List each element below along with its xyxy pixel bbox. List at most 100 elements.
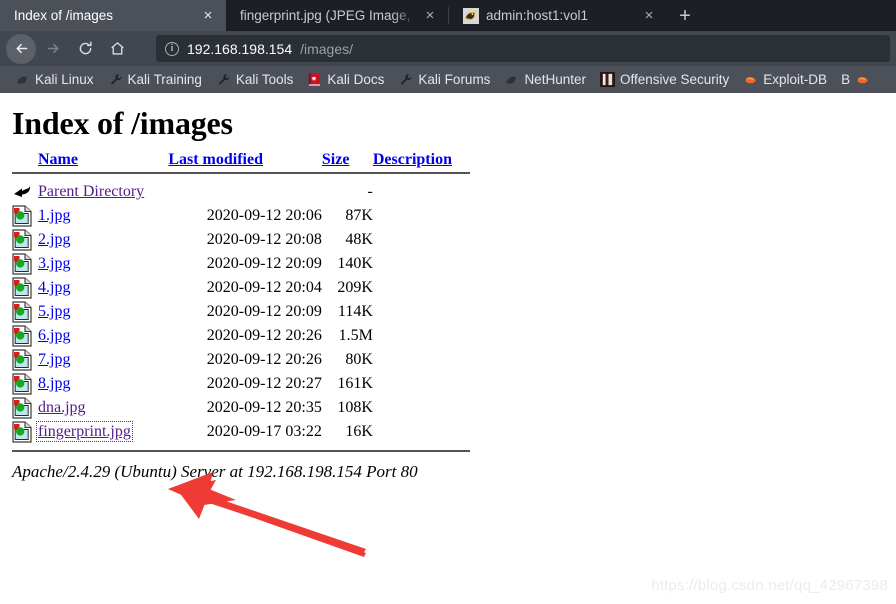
table-row[interactable]: 2.jpg 2020-09-12 20:08 48K bbox=[12, 228, 470, 252]
image-file-icon bbox=[12, 421, 34, 443]
row-modified-cell: 2020-09-12 20:08 bbox=[206, 230, 322, 248]
row-desc-cell bbox=[373, 396, 470, 420]
row-name-cell[interactable]: 6.jpg bbox=[38, 324, 168, 348]
file-link-fingerprint[interactable]: fingerprint.jpg bbox=[36, 420, 133, 442]
row-modified-cell: 2020-09-17 03:22 bbox=[206, 422, 322, 440]
wrench-icon bbox=[108, 72, 123, 87]
home-button[interactable] bbox=[102, 34, 132, 64]
table-row[interactable]: 6.jpg 2020-09-12 20:26 1.5M bbox=[12, 324, 470, 348]
new-tab-button[interactable]: + bbox=[667, 0, 703, 31]
file-link[interactable]: 5.jpg bbox=[38, 303, 70, 320]
bookmark-label: B bbox=[841, 72, 851, 87]
tab-index-of-images[interactable]: Index of /images × bbox=[0, 0, 226, 31]
tab-close-icon[interactable]: × bbox=[199, 7, 217, 25]
table-row[interactable]: dna.jpg 2020-09-12 20:35 108K bbox=[12, 396, 470, 420]
file-link[interactable]: 7.jpg bbox=[38, 351, 70, 368]
bookmark-kali-forums[interactable]: Kali Forums bbox=[391, 72, 497, 87]
table-row[interactable]: 4.jpg 2020-09-12 20:04 209K bbox=[12, 276, 470, 300]
table-row[interactable]: 1.jpg 2020-09-12 20:06 87K bbox=[12, 204, 470, 228]
row-modified-cell: 2020-09-12 20:35 bbox=[206, 398, 322, 416]
tab-strip-filler bbox=[703, 0, 896, 31]
bookmark-nethunter[interactable]: NetHunter bbox=[497, 72, 593, 87]
tab-close-icon[interactable]: × bbox=[640, 7, 658, 25]
bookmark-label: Kali Forums bbox=[418, 72, 491, 87]
forward-button[interactable] bbox=[38, 34, 68, 64]
parent-directory-link[interactable]: Parent Directory bbox=[38, 183, 144, 200]
kali-dragon-icon bbox=[504, 72, 519, 87]
row-modified-cell: 2020-09-12 20:26 bbox=[206, 326, 322, 344]
header-last-modified[interactable]: Last modified bbox=[168, 151, 322, 168]
file-link[interactable]: 4.jpg bbox=[38, 279, 70, 296]
header-name[interactable]: Name bbox=[38, 151, 168, 168]
file-link[interactable]: 2.jpg bbox=[38, 231, 70, 248]
kali-dragon-icon bbox=[463, 7, 479, 24]
image-file-icon bbox=[12, 325, 34, 347]
bookmark-kali-linux[interactable]: Kali Linux bbox=[8, 72, 101, 87]
row-size-cell: 114K bbox=[337, 302, 373, 320]
table-row[interactable]: 3.jpg 2020-09-12 20:09 140K bbox=[12, 252, 470, 276]
row-name-cell[interactable]: dna.jpg bbox=[38, 396, 168, 420]
table-row-parent[interactable]: Parent Directory - bbox=[12, 180, 470, 204]
sort-by-date-link[interactable]: Last modified bbox=[168, 151, 263, 168]
file-link[interactable]: 8.jpg bbox=[38, 375, 70, 392]
table-row[interactable]: 7.jpg 2020-09-12 20:26 80K bbox=[12, 348, 470, 372]
row-desc-cell bbox=[373, 372, 470, 396]
row-name-cell[interactable]: fingerprint.jpg bbox=[36, 420, 168, 444]
sort-by-size-link[interactable]: Size bbox=[322, 151, 350, 168]
row-modified-cell bbox=[168, 180, 322, 204]
bookmark-kali-docs[interactable]: Kali Docs bbox=[300, 72, 391, 87]
row-desc-cell bbox=[373, 300, 470, 324]
header-description[interactable]: Description bbox=[373, 151, 470, 168]
tab-strip: Index of /images × fingerprint.jpg (JPEG… bbox=[0, 0, 896, 31]
row-name-cell[interactable]: 5.jpg bbox=[38, 300, 168, 324]
row-icon-cell bbox=[12, 180, 38, 204]
header-size[interactable]: Size bbox=[322, 151, 373, 168]
bookmark-label: Kali Linux bbox=[35, 72, 94, 87]
bookmark-offensive-security[interactable]: Offensive Security bbox=[593, 72, 736, 87]
image-file-icon bbox=[12, 253, 34, 275]
file-link[interactable]: 1.jpg bbox=[38, 207, 70, 224]
exploit-db-icon bbox=[855, 72, 870, 87]
tab-fingerprint-jpg[interactable]: fingerprint.jpg (JPEG Image, × bbox=[226, 0, 448, 31]
tab-close-icon[interactable]: × bbox=[421, 7, 439, 25]
row-size-cell: 209K bbox=[337, 278, 373, 296]
row-size-cell: 80K bbox=[345, 350, 373, 368]
bookmark-label: Offensive Security bbox=[619, 72, 730, 87]
row-desc-cell bbox=[373, 276, 470, 300]
file-link[interactable]: dna.jpg bbox=[38, 399, 86, 416]
row-name-cell[interactable]: 7.jpg bbox=[38, 348, 168, 372]
row-icon-cell bbox=[12, 348, 38, 372]
back-button[interactable] bbox=[6, 33, 36, 64]
bookmark-partial-overflow[interactable]: B bbox=[834, 72, 877, 87]
reload-button[interactable] bbox=[70, 34, 100, 64]
row-name-cell[interactable]: 4.jpg bbox=[38, 276, 168, 300]
row-name-cell[interactable]: Parent Directory bbox=[38, 180, 168, 204]
page-viewport: Index of /images Name Last modified Size… bbox=[0, 93, 896, 604]
row-size-cell: 87K bbox=[345, 206, 373, 224]
row-desc-cell bbox=[373, 228, 470, 252]
row-name-cell[interactable]: 3.jpg bbox=[38, 252, 168, 276]
address-bar[interactable]: i 192.168.198.154/images/ bbox=[156, 35, 890, 62]
row-name-cell[interactable]: 1.jpg bbox=[38, 204, 168, 228]
header-rule-cell bbox=[12, 168, 470, 180]
table-row[interactable]: 5.jpg 2020-09-12 20:09 114K bbox=[12, 300, 470, 324]
row-icon-cell bbox=[12, 204, 38, 228]
bookmark-exploit-db[interactable]: Exploit-DB bbox=[736, 72, 834, 87]
apache-server-signature: Apache/2.4.29 (Ubuntu) Server at 192.168… bbox=[12, 461, 418, 481]
row-name-cell[interactable]: 8.jpg bbox=[38, 372, 168, 396]
row-name-cell[interactable]: 2.jpg bbox=[38, 228, 168, 252]
table-row[interactable]: 8.jpg 2020-09-12 20:27 161K bbox=[12, 372, 470, 396]
bookmarks-bar: Kali Linux Kali Training Kali Tools Kali… bbox=[0, 66, 896, 93]
directory-index-page: Index of /images Name Last modified Size… bbox=[0, 93, 896, 482]
sort-by-desc-link[interactable]: Description bbox=[373, 151, 452, 168]
table-row[interactable]: fingerprint.jpg 2020-09-17 03:22 16K bbox=[12, 420, 470, 444]
bookmark-kali-tools[interactable]: Kali Tools bbox=[209, 72, 301, 87]
file-link[interactable]: 3.jpg bbox=[38, 255, 70, 272]
bookmark-kali-training[interactable]: Kali Training bbox=[101, 72, 209, 87]
tab-admin-host1-vol1[interactable]: admin:host1:vol1 × bbox=[449, 0, 667, 31]
bookmark-label: Kali Tools bbox=[235, 72, 294, 87]
wrench-icon bbox=[216, 72, 231, 87]
info-icon[interactable]: i bbox=[165, 41, 179, 56]
file-link[interactable]: 6.jpg bbox=[38, 327, 70, 344]
sort-by-name-link[interactable]: Name bbox=[38, 151, 78, 168]
